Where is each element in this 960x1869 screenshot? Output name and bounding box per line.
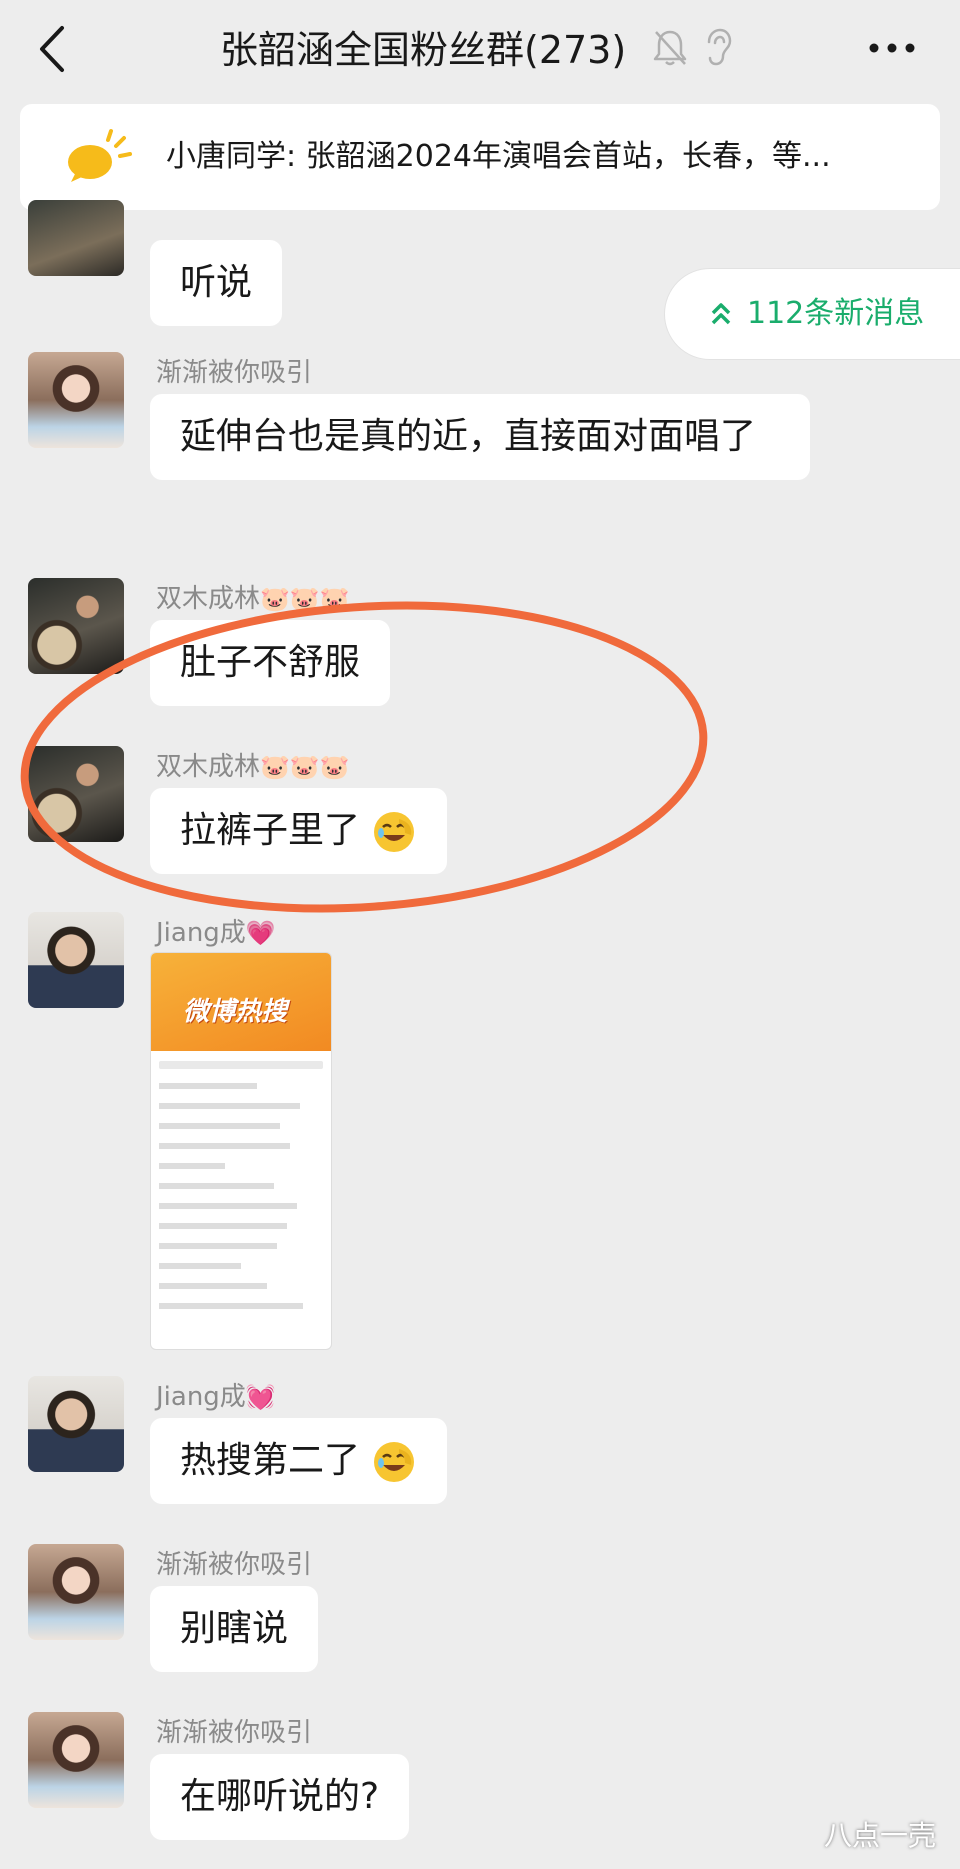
- message-text: 热搜第二了: [180, 1440, 361, 1481]
- avatar[interactable]: [28, 746, 124, 842]
- watermark: 八点一壳: [824, 1819, 937, 1852]
- announcement-bubble-icon: [68, 129, 132, 182]
- mute-bell-icon: [653, 30, 687, 66]
- pig-emoji-icon: 🐷🐷🐷: [260, 585, 350, 613]
- sender-name: 双木成林🐷🐷🐷: [156, 752, 350, 782]
- screenshot-header-text: 微博热搜: [183, 997, 288, 1027]
- message-bubble[interactable]: 延伸台也是真的近，直接面对面唱了: [150, 394, 810, 480]
- screenshot-header: 微博热搜: [151, 953, 331, 1051]
- message-bubble[interactable]: 别瞎说: [150, 1586, 319, 1672]
- avatar[interactable]: [28, 912, 124, 1008]
- screenshot-list: [151, 1051, 331, 1333]
- avatar[interactable]: [28, 1544, 124, 1640]
- image-message-weibo-hot-search[interactable]: 微博热搜: [150, 952, 332, 1350]
- double-chevron-up-icon: [711, 303, 731, 325]
- announcement-text: 小唐同学: 张韶涵2024年演唱会首站，长春，等...: [166, 139, 831, 174]
- message-bubble[interactable]: 听说: [150, 240, 283, 326]
- earpiece-mode-icon: [707, 28, 732, 66]
- top-nav-bar: 张韶涵全国粉丝群(273): [0, 0, 960, 100]
- sender-name: Jiang成💓: [156, 1382, 276, 1412]
- sender-name: 渐渐被你吸引: [156, 358, 313, 388]
- message-text: 听说: [180, 262, 253, 303]
- message-bubble[interactable]: 在哪听说的?: [150, 1754, 410, 1840]
- message-text: 在哪听说的?: [180, 1776, 380, 1817]
- avatar[interactable]: [28, 578, 124, 674]
- sender-name: 双木成林🐷🐷🐷: [156, 584, 350, 614]
- sender-name: Jiang成💗: [156, 918, 276, 948]
- facepalm-laugh-emoji-icon: [374, 1442, 415, 1482]
- new-messages-button[interactable]: 112条新消息: [664, 268, 960, 360]
- message-bubble[interactable]: 热搜第二了: [150, 1418, 448, 1504]
- avatar[interactable]: [28, 1376, 124, 1472]
- sender-name: 渐渐被你吸引: [156, 1718, 313, 1748]
- message-text: 延伸台也是真的近，直接面对面唱了: [180, 416, 757, 457]
- pinned-announcement-bar[interactable]: 小唐同学: 张韶涵2024年演唱会首站，长春，等...: [20, 104, 940, 210]
- avatar[interactable]: [28, 352, 124, 448]
- pig-emoji-icon: 🐷🐷🐷: [260, 753, 350, 781]
- more-options-icon[interactable]: [864, 30, 920, 66]
- avatar[interactable]: [28, 1712, 124, 1808]
- avatar[interactable]: [28, 200, 124, 276]
- sender-name: 渐渐被你吸引: [156, 1550, 313, 1580]
- back-chevron-icon[interactable]: [30, 22, 74, 76]
- chat-title: 张韶涵全国粉丝群(273): [220, 28, 627, 72]
- new-messages-label: 112条新消息: [747, 296, 925, 331]
- message-text: 别瞎说: [180, 1608, 289, 1649]
- heart-emoji-icon: 💓: [245, 1383, 276, 1411]
- message-bubble[interactable]: 肚子不舒服: [150, 620, 391, 706]
- message-text: 拉裤子里了: [180, 810, 361, 851]
- message-text: 肚子不舒服: [180, 642, 361, 683]
- facepalm-laugh-emoji-icon: [374, 812, 415, 852]
- heart-emoji-icon: 💗: [245, 919, 276, 947]
- message-bubble[interactable]: 拉裤子里了: [150, 788, 448, 874]
